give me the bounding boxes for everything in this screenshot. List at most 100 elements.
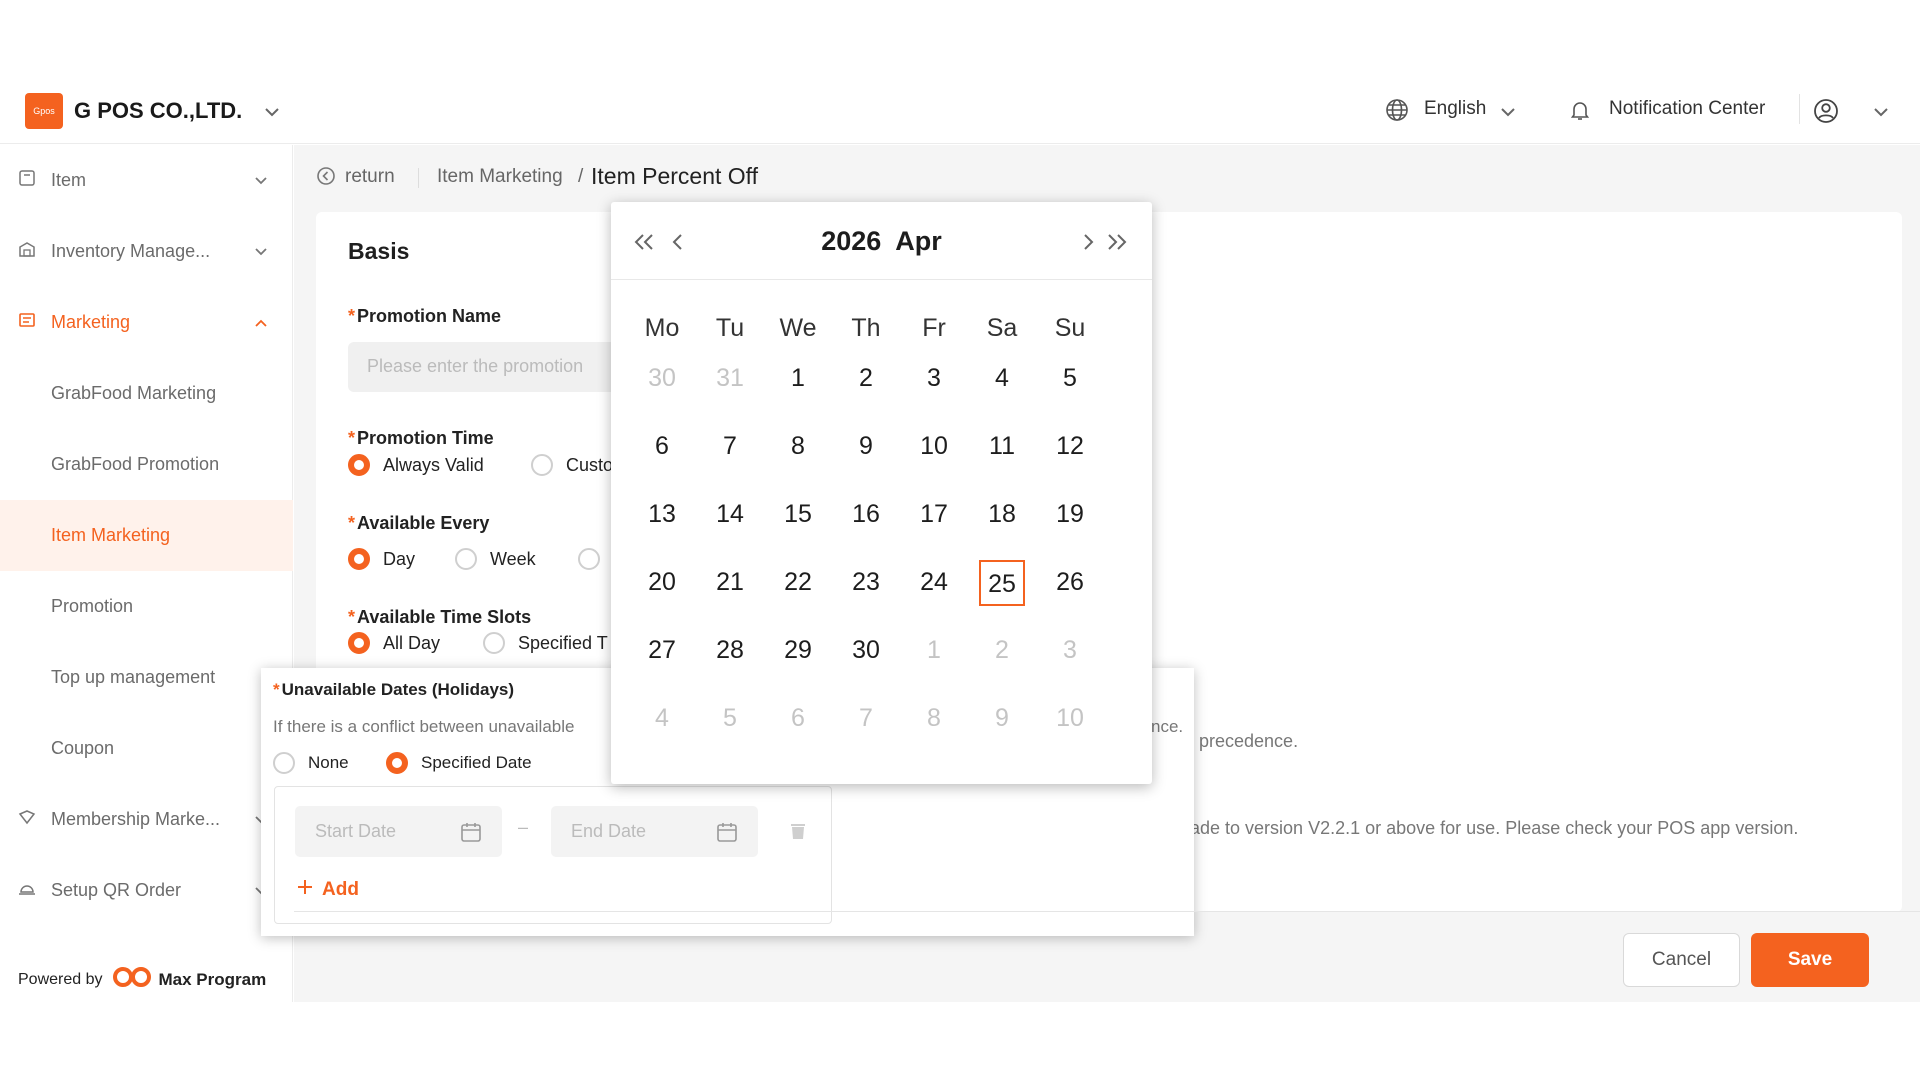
clipboard-icon bbox=[18, 169, 38, 189]
calendar-day[interactable]: 12 bbox=[1047, 424, 1093, 470]
user-avatar-icon[interactable] bbox=[1813, 98, 1839, 129]
calendar-day[interactable]: 6 bbox=[775, 696, 821, 742]
calendar-day[interactable]: 8 bbox=[775, 424, 821, 470]
week-radio[interactable] bbox=[455, 548, 477, 570]
week-label: Week bbox=[490, 549, 536, 569]
calendar-day-today[interactable]: 25 bbox=[979, 560, 1025, 606]
calendar-day[interactable]: 14 bbox=[707, 492, 753, 538]
return-link[interactable]: return bbox=[345, 166, 395, 188]
sidebar-item-item-marketing[interactable]: Item Marketing bbox=[0, 500, 293, 571]
max-program-logo-icon bbox=[111, 965, 153, 994]
calendar-day[interactable]: 28 bbox=[707, 628, 753, 674]
calendar-day[interactable]: 21 bbox=[707, 560, 753, 606]
save-button[interactable]: Save bbox=[1751, 933, 1869, 987]
month-select[interactable]: Apr bbox=[895, 226, 942, 256]
sidebar-item-grabfood-promotion[interactable]: GrabFood Promotion bbox=[0, 429, 293, 500]
calendar-day[interactable]: 7 bbox=[707, 424, 753, 470]
calendar-day[interactable]: 9 bbox=[843, 424, 889, 470]
calendar-day[interactable]: 27 bbox=[639, 628, 685, 674]
chevron-down-icon[interactable] bbox=[262, 102, 282, 127]
calendar-day[interactable]: 9 bbox=[979, 696, 1025, 742]
calendar-day[interactable]: 5 bbox=[1047, 356, 1093, 402]
calendar-day[interactable]: 24 bbox=[911, 560, 957, 606]
return-icon[interactable] bbox=[316, 166, 336, 192]
calendar-day[interactable]: 4 bbox=[979, 356, 1025, 402]
language-selector[interactable]: English bbox=[1424, 98, 1486, 120]
sidebar-item-qr-order[interactable]: Setup QR Order bbox=[0, 855, 293, 926]
globe-icon[interactable] bbox=[1385, 98, 1409, 127]
specified-date-radio[interactable] bbox=[386, 752, 408, 774]
calendar-day[interactable]: 18 bbox=[979, 492, 1025, 538]
precedence-note: precedence. bbox=[1199, 731, 1299, 751]
calendar-day[interactable]: 6 bbox=[639, 424, 685, 470]
add-date-button[interactable]: Add bbox=[296, 878, 359, 902]
notification-center[interactable]: Notification Center bbox=[1609, 98, 1765, 120]
calendar-day[interactable]: 5 bbox=[707, 696, 753, 742]
calendar-day[interactable]: 1 bbox=[775, 356, 821, 402]
calendar-day[interactable]: 11 bbox=[979, 424, 1025, 470]
calendar-day[interactable]: 10 bbox=[911, 424, 957, 470]
calendar-day[interactable]: 17 bbox=[911, 492, 957, 538]
next-year-icon[interactable] bbox=[1101, 226, 1133, 258]
calendar-day[interactable]: 22 bbox=[775, 560, 821, 606]
weekday-header: Tu bbox=[715, 314, 745, 342]
sidebar-item-promotion[interactable]: Promotion bbox=[0, 571, 293, 642]
calendar-day[interactable]: 16 bbox=[843, 492, 889, 538]
next-month-icon[interactable] bbox=[1072, 226, 1104, 258]
sidebar-item-coupon[interactable]: Coupon bbox=[0, 713, 293, 784]
calendar-day[interactable]: 30 bbox=[843, 628, 889, 674]
calendar-day[interactable]: 1 bbox=[911, 628, 957, 674]
calendar-day[interactable]: 30 bbox=[639, 356, 685, 402]
calendar-day[interactable]: 3 bbox=[911, 356, 957, 402]
calendar-icon bbox=[460, 821, 482, 848]
breadcrumb-parent[interactable]: Item Marketing bbox=[437, 166, 563, 188]
calendar-day[interactable]: 4 bbox=[639, 696, 685, 742]
section-title: Basis bbox=[348, 238, 410, 264]
available-every-label: * Available Every bbox=[348, 513, 490, 533]
calendar-day[interactable]: 20 bbox=[639, 560, 685, 606]
always-valid-radio[interactable] bbox=[348, 454, 370, 476]
specified-time-radio[interactable] bbox=[483, 632, 505, 654]
sidebar-item-grabfood-marketing[interactable]: GrabFood Marketing bbox=[0, 358, 293, 429]
calendar-day[interactable]: 15 bbox=[775, 492, 821, 538]
none-radio[interactable] bbox=[273, 752, 295, 774]
cancel-button[interactable]: Cancel bbox=[1623, 933, 1740, 987]
delete-icon[interactable] bbox=[788, 821, 808, 846]
calendar-day[interactable]: 2 bbox=[979, 628, 1025, 674]
sidebar-item-membership[interactable]: Membership Marke... bbox=[0, 784, 293, 855]
calendar-day[interactable]: 26 bbox=[1047, 560, 1093, 606]
sidebar: Item Inventory Manage... Marketing GrabF… bbox=[0, 145, 293, 1002]
weekday-header: Fr bbox=[922, 314, 946, 342]
calendar-day[interactable]: 2 bbox=[843, 356, 889, 402]
calendar-day[interactable]: 29 bbox=[775, 628, 821, 674]
brand-name: Max Program bbox=[158, 969, 267, 989]
promotion-name-input[interactable]: Please enter the promotion bbox=[348, 342, 628, 392]
all-day-radio[interactable] bbox=[348, 632, 370, 654]
weekday-header: Th bbox=[851, 314, 881, 342]
custom-radio[interactable] bbox=[531, 454, 553, 476]
calendar-day[interactable]: 8 bbox=[911, 696, 957, 742]
sidebar-item-inventory[interactable]: Inventory Manage... bbox=[0, 216, 293, 287]
calendar-day[interactable]: 19 bbox=[1047, 492, 1093, 538]
year-select[interactable]: 2026 bbox=[821, 226, 881, 256]
start-date-input[interactable]: Start Date bbox=[295, 806, 502, 857]
calendar-day[interactable]: 3 bbox=[1047, 628, 1093, 674]
month-radio[interactable] bbox=[578, 548, 600, 570]
calendar-day[interactable]: 31 bbox=[707, 356, 753, 402]
custom-label: Custo bbox=[566, 455, 614, 475]
calendar-day[interactable]: 23 bbox=[843, 560, 889, 606]
calendar-day[interactable]: 10 bbox=[1047, 696, 1093, 742]
chevron-down-icon[interactable] bbox=[1871, 102, 1891, 127]
bell-icon[interactable] bbox=[1568, 98, 1592, 127]
calendar-day[interactable]: 13 bbox=[639, 492, 685, 538]
sidebar-item-top-up[interactable]: Top up management bbox=[0, 642, 293, 713]
calendar-day[interactable]: 7 bbox=[843, 696, 889, 742]
day-radio[interactable] bbox=[348, 548, 370, 570]
unavailable-hint: If there is a conflict between unavailab… bbox=[273, 717, 575, 736]
sidebar-item-item[interactable]: Item bbox=[0, 145, 293, 216]
chevron-down-icon[interactable] bbox=[1498, 102, 1518, 127]
sidebar-item-marketing[interactable]: Marketing bbox=[0, 287, 293, 358]
end-date-input[interactable]: End Date bbox=[551, 806, 758, 857]
unavailable-hint-tail: nce. bbox=[1151, 717, 1184, 736]
company-name[interactable]: G POS CO.,LTD. bbox=[74, 98, 242, 124]
